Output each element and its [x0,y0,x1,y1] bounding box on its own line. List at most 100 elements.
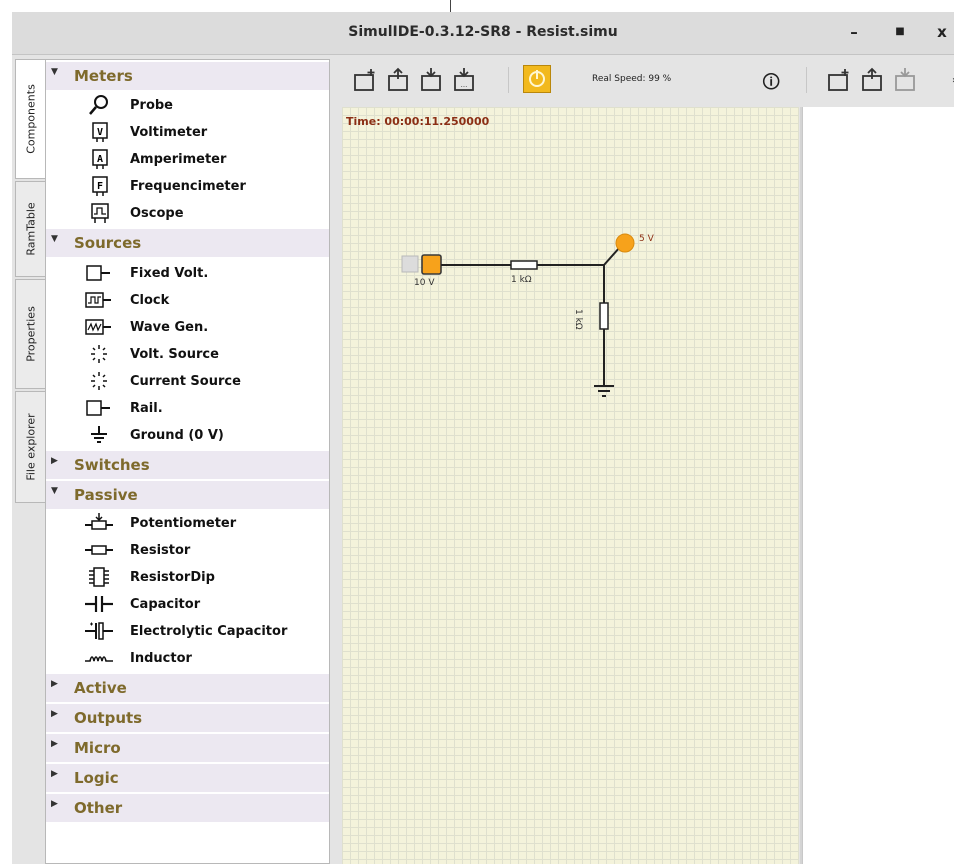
close-button[interactable]: x [932,22,952,42]
save-circuit-icon[interactable] [418,67,444,93]
category-meters-label: Meters [74,67,133,85]
category-active[interactable]: ▶ Active [46,674,329,702]
svg-text:A: A [97,154,103,165]
component-capacitor-label: Capacitor [130,597,201,612]
probe-voltage-label: 5 V [639,234,654,244]
collapsed-arrow-icon: ▶ [51,709,58,719]
component-resistor-label: Resistor [130,543,191,558]
inductor-icon [84,647,114,669]
ground-symbol[interactable] [594,385,614,397]
tab-properties-label: Properties [24,306,37,362]
category-passive-label: Passive [74,486,138,504]
component-frequencimeter-label: Frequencimeter [130,179,246,194]
voltage-probe[interactable] [615,233,635,253]
component-panel: ▼ Meters Probe V Voltimeter A Amperimete… [45,59,330,864]
component-fixed-volt-label: Fixed Volt. [130,266,209,281]
category-outputs[interactable]: ▶ Outputs [46,704,329,732]
wave-gen-icon [84,316,114,338]
title-bar: SimulIDE-0.3.12-SR8 - Resist.simu – ■ x [12,12,954,55]
expanded-arrow-icon: ▼ [51,234,58,244]
tab-components[interactable]: Components [15,59,45,179]
tab-file-explorer-label: File explorer [24,413,37,481]
electrolytic-capacitor-icon [84,620,114,642]
tab-ramtable[interactable]: RamTable [15,181,45,277]
minimize-button[interactable]: – [844,22,864,42]
save-as-circuit-icon[interactable]: ... [451,67,477,93]
svg-text:...: ... [461,81,468,89]
probe-icon [84,94,114,116]
wire[interactable] [603,246,621,266]
real-speed-label: Real Speed: 99 % [592,74,672,84]
resistor-1-label: 1 kΩ [511,275,532,285]
component-potentiometer-label: Potentiometer [130,516,237,531]
power-icon-bar [536,70,538,79]
frequencimeter-icon: F [84,175,114,197]
open-file-icon[interactable] [859,67,885,93]
component-ground-label: Ground (0 V) [130,428,224,443]
fixed-volt-icon [84,262,114,284]
voltimeter-icon: V [84,121,114,143]
current-source-icon [84,370,114,392]
component-rail-label: Rail. [130,401,163,416]
volt-source-icon [84,343,114,365]
category-passive[interactable]: ▼ Passive [46,481,329,509]
collapsed-arrow-icon: ▶ [51,456,58,466]
component-volt-source-label: Volt. Source [130,347,219,362]
category-sources[interactable]: ▼ Sources [46,229,329,257]
circuit-drawing [401,233,635,397]
resistor-2[interactable] [599,302,609,330]
toolbar-separator [508,67,509,93]
fixed-volt-source[interactable] [421,254,442,275]
window-edge-marker [450,0,451,12]
collapsed-arrow-icon: ▶ [51,769,58,779]
app-body: Components RamTable Properties File expl… [12,55,954,864]
power-button[interactable] [523,65,551,93]
ground-icon [84,424,114,446]
tab-components-label: Components [24,84,37,154]
collapsed-arrow-icon: ▶ [51,679,58,689]
oscope-icon [84,202,114,224]
info-icon[interactable]: 🛈 [762,70,780,100]
open-circuit-icon[interactable] [385,67,411,93]
editor-panel[interactable] [802,107,954,864]
component-clock-label: Clock [130,293,170,308]
component-inductor-label: Inductor [130,651,192,666]
expanded-arrow-icon: ▼ [51,486,58,496]
category-micro[interactable]: ▶ Micro [46,734,329,762]
component-oscope-label: Oscope [130,206,184,221]
component-amperimeter-label: Amperimeter [130,152,227,167]
collapsed-arrow-icon: ▶ [51,799,58,809]
component-voltimeter-label: Voltimeter [130,125,208,140]
resistor-1[interactable] [510,260,538,270]
component-current-source-label: Current Source [130,374,241,389]
new-file-icon[interactable] [826,67,852,93]
resistor-icon [84,539,114,561]
new-circuit-icon[interactable] [352,67,378,93]
tab-properties[interactable]: Properties [15,279,45,389]
svg-text:V: V [97,127,103,138]
circuit-canvas[interactable]: Time: 00:00:11.250000 10 V 1 kΩ 1 kΩ 5 V [342,107,799,864]
category-micro-label: Micro [74,739,121,757]
capacitor-icon [84,593,114,615]
amperimeter-icon: A [84,148,114,170]
category-other-label: Other [74,799,123,817]
category-switches[interactable]: ▶ Switches [46,451,329,479]
source-switch[interactable] [401,255,419,273]
category-logic[interactable]: ▶ Logic [46,764,329,792]
component-wave-gen-label: Wave Gen. [130,320,209,335]
window-title: SimulIDE-0.3.12-SR8 - Resist.simu [348,24,618,40]
category-other[interactable]: ▶ Other [46,794,329,822]
save-file-icon[interactable] [892,67,918,93]
category-meters[interactable]: ▼ Meters [46,62,329,90]
collapsed-arrow-icon: ▶ [51,739,58,749]
potentiometer-icon [84,512,114,534]
tab-file-explorer[interactable]: File explorer [15,391,45,503]
tab-ramtable-label: RamTable [24,202,37,256]
component-probe-label: Probe [130,98,173,113]
component-resistordip-label: ResistorDip [130,570,215,585]
toolbar: ... Real Speed: 99 % 🛈 » [330,55,954,105]
category-sources-label: Sources [74,234,142,252]
category-logic-label: Logic [74,769,119,787]
maximize-button[interactable]: ■ [890,22,910,42]
svg-text:F: F [97,181,103,192]
